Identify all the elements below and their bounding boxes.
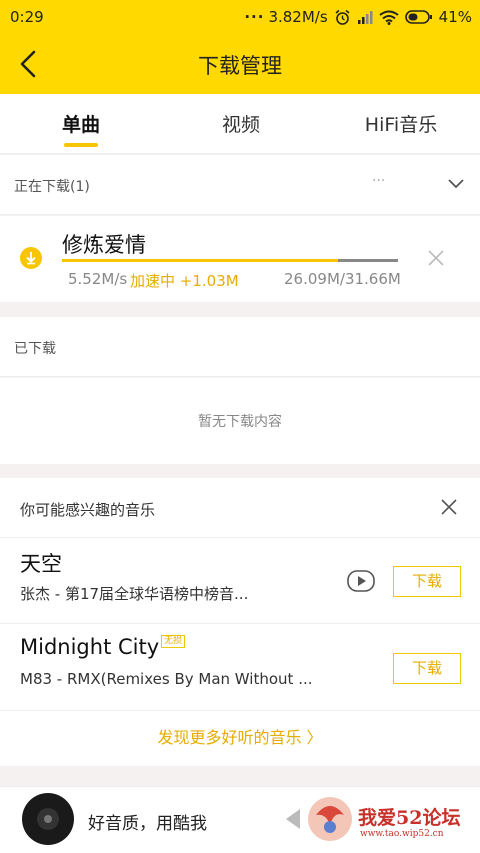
watermark-text: 我爱52论坛 [358, 807, 461, 829]
downloaded-label: 已下载 [14, 341, 56, 357]
network-speed: 3.82M/s [268, 8, 328, 26]
cancel-download-icon[interactable] [428, 250, 444, 266]
recommend-song-title: 天空 [20, 552, 62, 576]
status-time: 0:29 [10, 8, 44, 26]
page-title: 下载管理 [198, 54, 282, 78]
download-boost: 加速中 +1.03M [130, 272, 239, 290]
tab-bar: 单曲 视频 HiFi音乐 [0, 94, 480, 154]
recommend-header: 你可能感兴趣的音乐 [0, 478, 480, 538]
download-size: 26.09M/31.66M [284, 270, 401, 288]
tab-videos-label: 视频 [221, 114, 260, 136]
recommend-song-title: Midnight City [20, 635, 160, 659]
downloaded-empty-state: 暂无下载内容 [0, 378, 480, 464]
status-bar: 0:29 ··· 3.82M/s 41% [0, 0, 480, 36]
more-options-icon[interactable]: ··· [372, 173, 385, 189]
download-status-icon[interactable] [20, 247, 42, 269]
download-button[interactable]: 下载 [393, 653, 461, 684]
notification-dots-icon: ··· [244, 8, 265, 26]
recommend-song-subtitle: 张杰 - 第17届全球华语榜中榜音... [20, 585, 249, 603]
tab-videos[interactable]: 视频 [218, 110, 264, 137]
empty-message: 暂无下载内容 [198, 414, 282, 430]
downloading-section-header[interactable]: 正在下载(1) ··· [0, 155, 480, 215]
download-progress-bar [62, 259, 398, 262]
alarm-icon [335, 9, 350, 25]
close-recommend-icon[interactable] [441, 499, 457, 515]
mv-play-icon[interactable] [347, 570, 375, 592]
recommend-item[interactable]: Midnight City 无损 M83 - RMX(Remixes By Man… [0, 625, 480, 711]
tab-singles[interactable]: 单曲 [58, 110, 104, 147]
download-button[interactable]: 下载 [393, 566, 461, 597]
tab-active-indicator [64, 143, 98, 147]
recommend-label: 你可能感兴趣的音乐 [20, 501, 156, 519]
app-header: 下载管理 [0, 36, 480, 94]
wifi-icon [379, 10, 399, 25]
tab-hifi-music[interactable]: HiFi音乐 [358, 110, 444, 137]
download-speed: 5.52M/s [68, 270, 128, 288]
player-label: 好音质，用酷我 [88, 814, 207, 834]
battery-icon [404, 10, 432, 24]
album-disc-icon[interactable] [22, 793, 74, 845]
download-progress-fill [62, 259, 338, 262]
downloaded-section-header: 已下载 [0, 317, 480, 377]
recommend-song-title-row: Midnight City 无损 [20, 635, 186, 659]
discover-more-link[interactable]: 发现更多好听的音乐 〉 [0, 724, 480, 766]
disc-center [44, 815, 52, 823]
tab-singles-label: 单曲 [61, 114, 100, 136]
tab-hifi-label: HiFi音乐 [364, 114, 438, 136]
battery-percent: 41% [438, 8, 472, 26]
signal-icon [357, 11, 373, 24]
watermark-url: www.tao.wip52.cn [360, 829, 444, 839]
lossless-badge: 无损 [161, 635, 186, 648]
chevron-down-icon[interactable] [447, 178, 465, 190]
downloading-song-title: 修炼爱情 [62, 233, 146, 257]
recommend-song-subtitle: M83 - RMX(Remixes By Man Without ... [20, 670, 313, 688]
recommend-item[interactable]: 天空 张杰 - 第17届全球华语榜中榜音... 下载 [0, 538, 480, 624]
downloading-label: 正在下载(1) [14, 179, 90, 195]
status-right: ··· 3.82M/s 41% [244, 8, 472, 26]
